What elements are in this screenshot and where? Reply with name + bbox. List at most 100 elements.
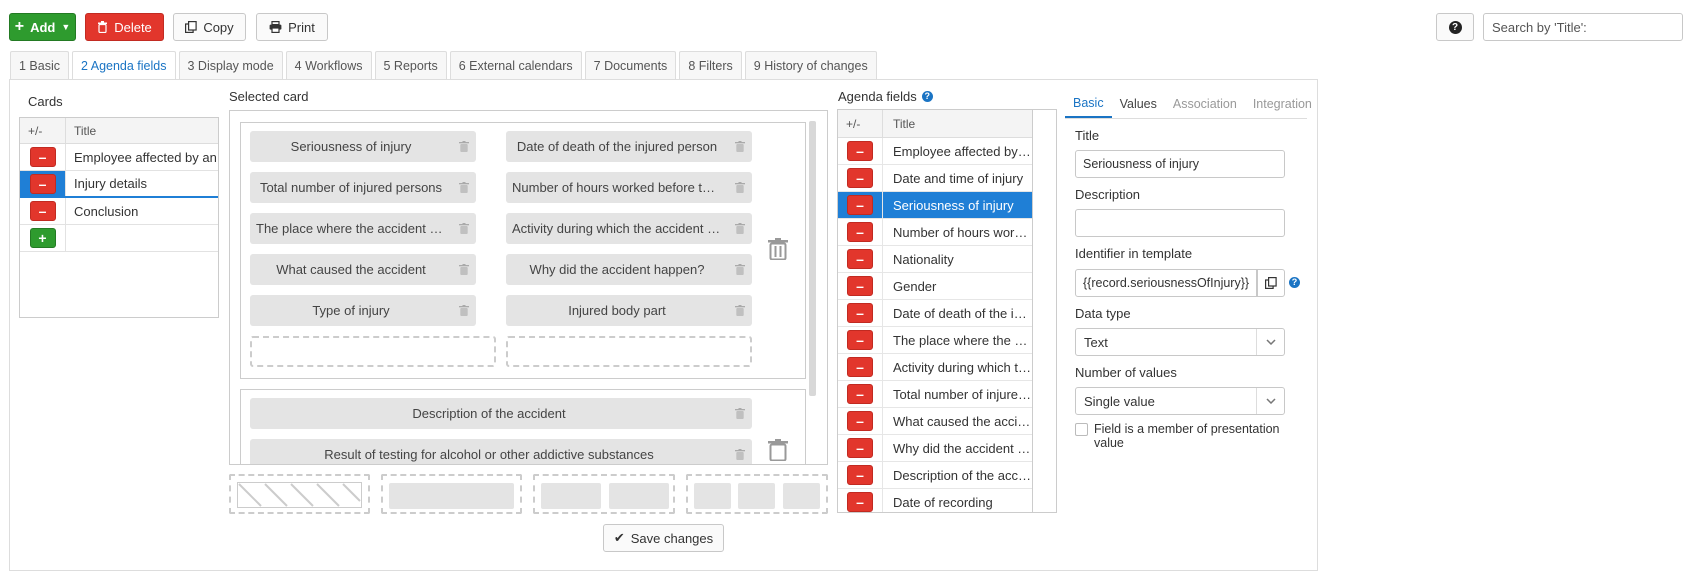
layout-field[interactable]: Seriousness of injury (250, 131, 476, 162)
save-changes-button[interactable]: ✔ Save changes (603, 524, 724, 552)
trash-icon[interactable] (728, 408, 752, 419)
layout-field[interactable]: Why did the accident happen? (506, 254, 752, 285)
add-button[interactable]: + Add ▼ (9, 13, 76, 41)
tab-external-calendars[interactable]: 6 External calendars (449, 51, 582, 79)
layout-field[interactable]: Result of testing for alcohol or other a… (250, 439, 752, 464)
delete-button[interactable]: Delete (85, 13, 164, 41)
copy-identifier-button[interactable] (1257, 269, 1285, 297)
presentation-checkbox[interactable] (1075, 423, 1088, 436)
agenda-field-row[interactable]: – Why did the accident happen? (838, 435, 1033, 462)
tab-filters[interactable]: 8 Filters (679, 51, 742, 79)
tab-workflows[interactable]: 4 Workflows (285, 51, 372, 79)
agenda-field-row[interactable]: – The place where the accident occurred (838, 327, 1033, 354)
datatype-select[interactable]: Text (1075, 328, 1285, 356)
remove-field-button[interactable]: – (847, 141, 873, 161)
card-row[interactable]: – Conclusion (20, 198, 218, 225)
card-row[interactable]: – Employee affected by an (20, 144, 218, 171)
remove-field-button[interactable]: – (847, 465, 873, 485)
layout-field[interactable]: Activity during which the accident occur… (506, 213, 752, 244)
layout-field[interactable]: What caused the accident (250, 254, 476, 285)
agenda-field-row[interactable]: – Employee affected by the accident (838, 138, 1033, 165)
tab-agenda-fields[interactable]: 2 Agenda fields (72, 51, 176, 80)
help-icon[interactable]: ? (921, 91, 933, 102)
agenda-field-row[interactable]: – Gender (838, 273, 1033, 300)
layout-field[interactable]: Number of hours worked before the accide… (506, 172, 752, 203)
tab-props-integration[interactable]: Integration (1245, 90, 1320, 118)
identifier-input[interactable]: {{record.seriousnessOfInjury}} (1075, 269, 1257, 297)
trash-icon[interactable] (452, 223, 476, 234)
trash-icon[interactable] (452, 305, 476, 316)
trash-icon[interactable] (728, 182, 752, 193)
layout-field[interactable]: Description of the accident (250, 398, 752, 429)
layout-template-three-columns[interactable] (686, 474, 828, 514)
agenda-field-row[interactable]: – Total number of injured persons (838, 381, 1033, 408)
remove-field-button[interactable]: – (847, 492, 873, 512)
help-button[interactable]: ? (1436, 13, 1474, 41)
trash-icon[interactable] (452, 264, 476, 275)
tab-display-mode[interactable]: 3 Display mode (178, 51, 283, 79)
remove-field-button[interactable]: – (847, 330, 873, 350)
agenda-field-row[interactable]: – Date of recording (838, 489, 1033, 512)
agenda-field-row[interactable]: – Description of the accident (838, 462, 1033, 489)
tab-props-association[interactable]: Association (1165, 90, 1245, 118)
trash-icon[interactable] (728, 141, 752, 152)
card-title[interactable]: Employee affected by an (66, 150, 217, 165)
layout-field[interactable]: Injured body part (506, 295, 752, 326)
remove-field-button[interactable]: – (847, 357, 873, 377)
agenda-field-row-selected[interactable]: – Seriousness of injury (838, 192, 1033, 219)
remove-field-button[interactable]: – (847, 195, 873, 215)
agenda-field-row[interactable]: – What caused the accident (838, 408, 1033, 435)
help-icon[interactable]: ? (1289, 277, 1300, 288)
agenda-field-row[interactable]: – Nationality (838, 246, 1033, 273)
remove-card-button[interactable]: – (29, 147, 56, 167)
remove-field-button[interactable]: – (847, 411, 873, 431)
add-card-button[interactable]: + (29, 228, 56, 248)
agenda-field-row[interactable]: – Date and time of injury (838, 165, 1033, 192)
delete-group-icon[interactable] (768, 238, 788, 263)
trash-icon[interactable] (728, 305, 752, 316)
remove-field-button[interactable]: – (847, 438, 873, 458)
tab-reports[interactable]: 5 Reports (374, 51, 447, 79)
layout-template-one-column[interactable] (381, 474, 522, 514)
remove-field-button[interactable]: – (847, 303, 873, 323)
layout-template-empty[interactable] (229, 474, 370, 514)
card-title[interactable]: Conclusion (66, 204, 138, 219)
layout-field[interactable]: Total number of injured persons (250, 172, 476, 203)
remove-field-button[interactable]: – (847, 222, 873, 242)
remove-field-button[interactable]: – (847, 384, 873, 404)
trash-icon[interactable] (728, 449, 752, 460)
card-title[interactable]: Injury details (66, 176, 147, 191)
empty-field-slot[interactable] (250, 336, 496, 367)
tab-documents[interactable]: 7 Documents (584, 51, 677, 79)
copy-button[interactable]: Copy (173, 13, 246, 41)
title-input[interactable]: Seriousness of injury (1075, 150, 1285, 178)
remove-field-button[interactable]: – (847, 249, 873, 269)
trash-icon[interactable] (728, 264, 752, 275)
remove-card-button[interactable]: – (29, 201, 56, 221)
scrollbar[interactable] (809, 121, 816, 396)
tab-props-values[interactable]: Values (1112, 90, 1165, 118)
layout-field[interactable]: Date of death of the injured person (506, 131, 752, 162)
trash-icon[interactable] (452, 182, 476, 193)
card-row-selected[interactable]: – Injury details (20, 171, 218, 198)
description-input[interactable] (1075, 209, 1285, 237)
trash-icon[interactable] (728, 223, 752, 234)
numvalues-select[interactable]: Single value (1075, 387, 1285, 415)
trash-icon[interactable] (452, 141, 476, 152)
scrollbar-track[interactable] (1032, 109, 1033, 513)
delete-group-icon[interactable] (768, 439, 788, 464)
empty-field-slot[interactable] (506, 336, 752, 367)
remove-card-button[interactable]: – (29, 173, 56, 194)
search-input[interactable]: Search by 'Title': (1483, 13, 1683, 41)
remove-field-button[interactable]: – (847, 168, 873, 188)
remove-field-button[interactable]: – (847, 276, 873, 296)
agenda-field-row[interactable]: – Date of death of the injured person (838, 300, 1033, 327)
layout-template-two-columns[interactable] (533, 474, 675, 514)
agenda-field-row[interactable]: – Activity during which the accident occu… (838, 354, 1033, 381)
tab-basic[interactable]: 1 Basic (10, 51, 69, 79)
print-button[interactable]: Print (256, 13, 328, 41)
tab-props-basic[interactable]: Basic (1065, 90, 1112, 118)
layout-field[interactable]: Type of injury (250, 295, 476, 326)
tab-history-of-changes[interactable]: 9 History of changes (744, 51, 877, 79)
layout-field[interactable]: The place where the accident occurred (250, 213, 476, 244)
